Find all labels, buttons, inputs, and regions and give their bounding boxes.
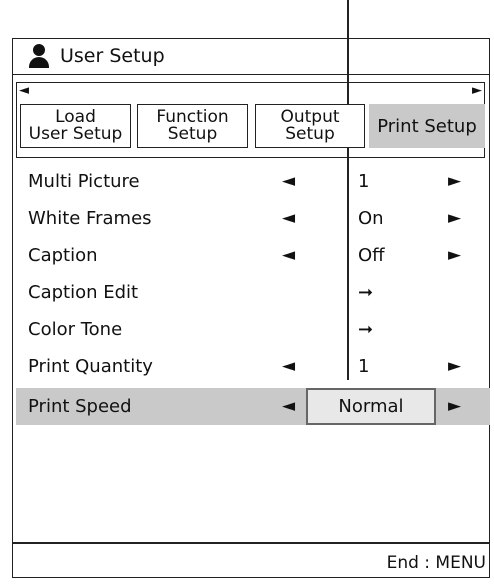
increase-arrow-icon[interactable]: ► (448, 356, 461, 376)
setting-row-print-speed[interactable]: Print Speed ◄ Normal ► (16, 388, 490, 425)
tab-load-user-setup[interactable]: Load User Setup (20, 104, 131, 148)
decrease-arrow-icon[interactable]: ◄ (282, 245, 295, 265)
setting-label: Print Quantity (28, 356, 153, 377)
tab-scroll-right-icon[interactable]: ► (472, 84, 482, 97)
setting-row-white-frames[interactable]: White Frames ◄ On ► (16, 200, 490, 237)
decrease-arrow-icon[interactable]: ◄ (282, 356, 295, 376)
increase-arrow-icon[interactable]: ► (448, 171, 461, 191)
setting-label: Color Tone (28, 319, 123, 340)
increase-arrow-icon[interactable]: ► (448, 396, 461, 416)
setting-row-print-quantity[interactable]: Print Quantity ◄ 1 ► (16, 348, 490, 385)
selected-setting-value[interactable]: Normal (306, 388, 436, 425)
title-bar: User Setup (12, 38, 490, 75)
panel-title: User Setup (60, 45, 165, 67)
user-icon (28, 44, 50, 68)
decrease-arrow-icon[interactable]: ◄ (282, 171, 295, 191)
setting-value: Off (358, 245, 385, 266)
setting-value: 1 (358, 171, 370, 192)
decrease-arrow-icon[interactable]: ◄ (282, 396, 295, 416)
setting-label: Print Speed (28, 396, 132, 417)
setting-row-multi-picture[interactable]: Multi Picture ◄ 1 ► (16, 163, 490, 200)
increase-arrow-icon[interactable]: ► (448, 245, 461, 265)
setting-value: 1 (358, 356, 370, 377)
setting-label: Caption Edit (28, 282, 139, 303)
tab-output-setup[interactable]: Output Setup (255, 104, 365, 148)
setting-label: Caption (28, 245, 98, 266)
setting-label: White Frames (28, 208, 152, 229)
setting-label: Multi Picture (28, 171, 140, 192)
footer-divider (12, 542, 490, 544)
setting-row-caption-edit[interactable]: Caption Edit ➞ (16, 274, 490, 311)
decrease-arrow-icon[interactable]: ◄ (282, 208, 295, 228)
footer-hint: End : MENU (386, 553, 486, 573)
tab-scroll-left-icon[interactable]: ◄ (19, 84, 29, 97)
setting-row-color-tone[interactable]: Color Tone ➞ (16, 311, 490, 348)
tab-function-setup[interactable]: Function Setup (137, 104, 248, 148)
enter-submenu-arrow-icon[interactable]: ➞ (358, 319, 373, 340)
setting-value: On (358, 208, 384, 229)
increase-arrow-icon[interactable]: ► (448, 208, 461, 228)
enter-submenu-arrow-icon[interactable]: ➞ (358, 282, 373, 303)
tab-print-setup[interactable]: Print Setup (369, 104, 485, 148)
setting-row-caption[interactable]: Caption ◄ Off ► (16, 237, 490, 274)
